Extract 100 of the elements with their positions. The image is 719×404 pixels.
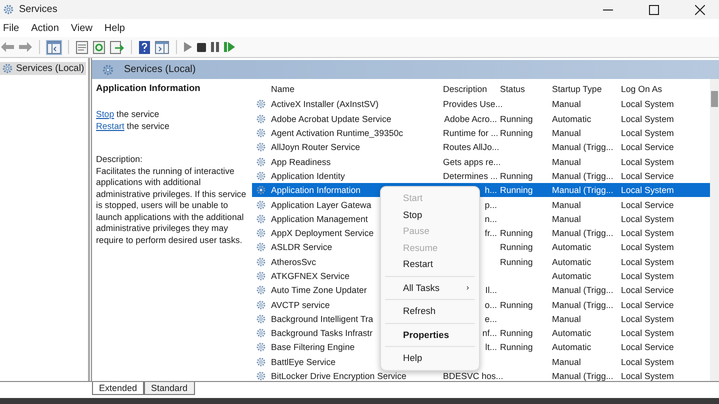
gear-icon	[256, 185, 266, 196]
name-cell[interactable]: Application Identity	[271, 170, 345, 181]
log-on-cell-text: Local System	[620, 114, 675, 124]
name-cell[interactable]: Background Tasks Infrastr	[271, 328, 373, 338]
description-cell: h...	[484, 185, 497, 196]
view-tab[interactable]: Standard	[144, 382, 195, 395]
stop-icon[interactable]	[197, 42, 206, 52]
log-on-cell-text: Local Service	[620, 300, 675, 310]
pane-title: Services (Local)	[124, 64, 196, 75]
action-pane-icon[interactable]	[155, 40, 169, 54]
action-text: the service	[126, 121, 170, 131]
menu-item[interactable]: File	[3, 22, 20, 34]
startup-type-cell-text: Manual	[551, 99, 582, 110]
log-on-cell-text: Local System	[620, 185, 675, 196]
name-cell[interactable]: Auto Time Zone Updater	[271, 285, 367, 296]
log-on-cell-text: Local System	[620, 256, 675, 267]
startup-type-cell-text: Automatic	[551, 242, 592, 252]
log-on-cell-text: Local Service	[620, 200, 675, 210]
maximize-icon[interactable]	[649, 4, 659, 14]
status-cell: Running	[500, 228, 533, 238]
name-cell[interactable]: Agent Activation Runtime_39350c	[271, 128, 404, 138]
scrollbar-thumb[interactable]	[711, 91, 718, 107]
column-header[interactable]: Name	[270, 84, 442, 94]
name-cell[interactable]: AVCTP service	[271, 300, 330, 310]
tree-item[interactable]: Services (Local)	[0, 62, 86, 75]
description-cell: e...	[484, 314, 497, 324]
menu-item[interactable]: View	[70, 22, 92, 34]
menu-option[interactable]: Properties	[385, 326, 475, 347]
column-header[interactable]: Description	[442, 84, 499, 94]
action-text: the service	[116, 109, 160, 119]
log-on-cell-text: Local System	[620, 328, 675, 338]
status-cell: Running	[500, 185, 533, 196]
gear-icon	[256, 170, 266, 181]
menu-item[interactable]: Help	[104, 22, 125, 34]
startup-type-cell-text: Manual (Trigg...	[551, 228, 614, 238]
log-on-cell-text: Local Service	[620, 170, 675, 181]
status-cell: Running	[500, 170, 533, 181]
name-cell[interactable]: Application Layer Gatewa	[271, 200, 372, 210]
name-cell[interactable]: BitLocker Drive Encryption Service	[271, 371, 406, 382]
menu-option[interactable]: All Tasks ›	[385, 280, 475, 300]
action-link[interactable]: Restart	[96, 121, 124, 131]
log-on-cell-text: Local System	[620, 356, 675, 367]
action-link[interactable]: Stop	[96, 109, 114, 119]
back-arrow-icon[interactable]	[1, 42, 14, 52]
menu-option[interactable]: Refresh	[385, 303, 475, 324]
name-cell[interactable]: Application Information	[271, 185, 360, 196]
description-cell: fr...	[484, 228, 497, 238]
export-icon[interactable]	[110, 40, 124, 54]
startup-type-cell-text: Manual (Trigg...	[551, 300, 614, 310]
name-cell[interactable]: AllJoyn Router Service	[271, 142, 360, 152]
console-tree-icon[interactable]	[47, 40, 61, 54]
properties-icon[interactable]	[76, 40, 88, 54]
name-cell[interactable]: Adobe Acrobat Update Service	[271, 114, 392, 124]
startup-type-cell-text: Manual	[551, 214, 582, 224]
name-cell[interactable]: AppX Deployment Service	[271, 228, 374, 238]
name-cell[interactable]: Base Filtering Engine	[271, 342, 355, 352]
description-cell: lt...	[485, 342, 497, 352]
gear-icon	[256, 314, 266, 324]
name-cell[interactable]: ActiveX Installer (AxInstSV)	[271, 99, 379, 110]
name-cell[interactable]: ASLDR Service	[271, 242, 332, 252]
description-label: Description:	[96, 154, 144, 166]
gear-icon	[256, 328, 266, 338]
gear-icon	[256, 228, 266, 238]
column-header[interactable]: Startup Type	[551, 84, 620, 94]
resume-icon[interactable]	[224, 42, 235, 52]
description-cell: Gets apps re...	[443, 156, 501, 167]
status-cell: Running	[500, 128, 533, 138]
description-cell: Runtime for ...	[443, 128, 498, 138]
log-on-cell-text: Local System	[620, 242, 675, 252]
gear-icon	[256, 371, 266, 382]
gear-icon	[256, 300, 266, 310]
description-cell: Determines ...	[443, 170, 498, 181]
menu-option[interactable]: Stop	[385, 206, 475, 223]
startup-type-cell-text: Automatic	[551, 114, 592, 124]
name-cell[interactable]: Application Management	[271, 214, 368, 224]
pause-icon[interactable]	[211, 42, 219, 52]
gear-icon	[256, 99, 266, 110]
name-cell[interactable]: AtherosSvc	[271, 256, 316, 267]
forward-arrow-icon[interactable]	[19, 42, 32, 52]
column-header[interactable]: Log On As	[620, 84, 710, 94]
menu-option[interactable]: Restart	[385, 256, 475, 276]
menu-option[interactable]: Help	[385, 350, 475, 366]
log-on-cell-text: Local System	[620, 156, 675, 167]
name-cell[interactable]: BattlEye Service	[271, 356, 336, 367]
name-cell[interactable]: ATKGFNEX Service	[271, 271, 350, 281]
name-cell[interactable]: Background Intelligent Tra	[271, 314, 374, 324]
startup-type-cell-text: Manual (Trigg...	[551, 185, 614, 196]
startup-type-cell-text: Manual (Trigg...	[551, 142, 614, 152]
close-icon[interactable]	[695, 4, 705, 14]
menu-item[interactable]: Action	[31, 22, 59, 34]
view-tab[interactable]: Extended	[92, 382, 144, 395]
name-cell[interactable]: App Readiness	[271, 156, 331, 167]
gear-icon	[256, 285, 266, 296]
refresh-icon[interactable]	[93, 40, 105, 54]
column-header[interactable]: Status	[499, 84, 551, 94]
status-cell: Running	[500, 256, 533, 267]
status-cell: Running	[500, 114, 533, 124]
help-icon[interactable]	[139, 40, 150, 54]
play-icon[interactable]	[184, 42, 192, 52]
gear-icon	[256, 128, 266, 138]
